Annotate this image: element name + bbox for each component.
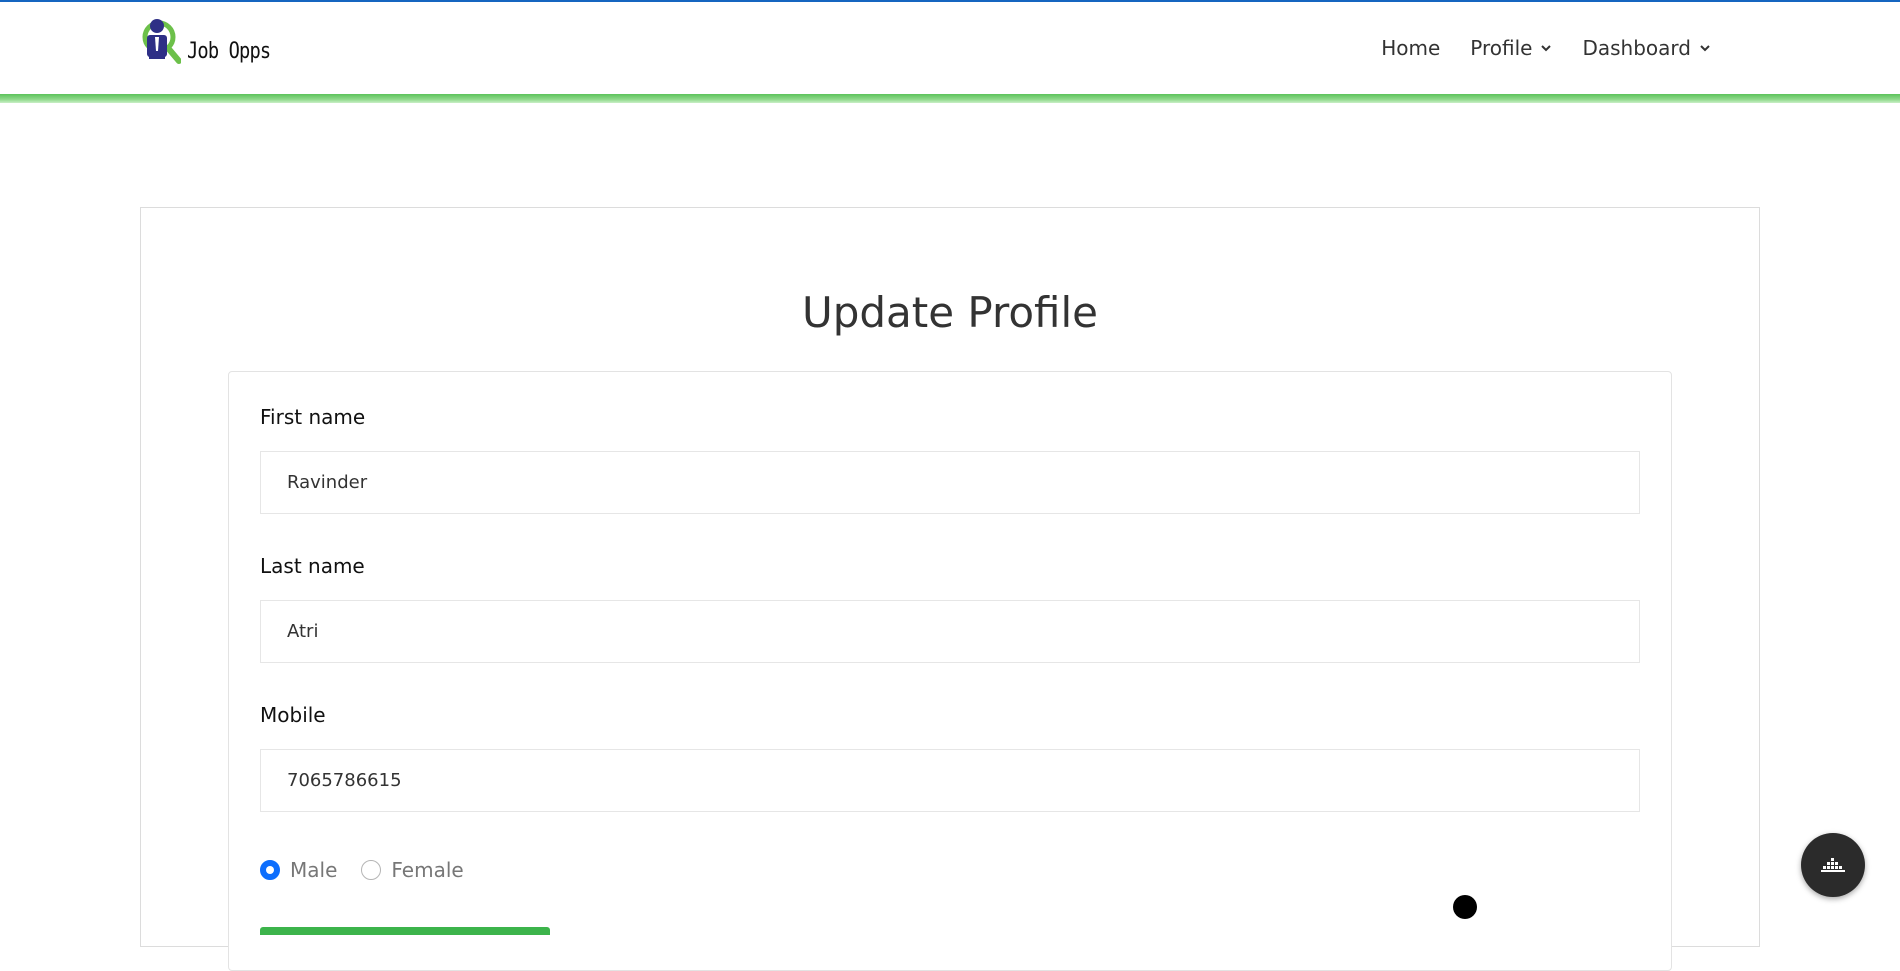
gender-male-radio[interactable] — [260, 860, 280, 880]
gender-male-option[interactable]: Male — [260, 858, 337, 882]
mobile-input[interactable] — [260, 749, 1640, 812]
gender-female-radio[interactable] — [361, 860, 382, 880]
chevron-down-icon — [1700, 45, 1710, 52]
main-nav: Home Profile Dashboard — [1381, 36, 1711, 60]
accessibility-button[interactable] — [1801, 833, 1865, 897]
first-name-label: First name — [260, 405, 366, 429]
gender-female-label: Female — [391, 858, 464, 882]
nav-home-label: Home — [1381, 36, 1441, 60]
brand-name: Job Opps — [187, 38, 271, 64]
nav-profile-dropdown[interactable]: Profile — [1470, 36, 1552, 60]
nav-home[interactable]: Home — [1381, 36, 1440, 60]
job-search-logo-icon — [137, 19, 181, 79]
last-name-input[interactable] — [260, 600, 1640, 663]
header-green-bar — [0, 94, 1900, 103]
gender-male-label: Male — [290, 858, 338, 882]
nav-dashboard-label: Dashboard — [1582, 36, 1691, 60]
gender-female-option[interactable]: Female — [361, 858, 464, 882]
mobile-label: Mobile — [260, 703, 326, 727]
profile-card: Update Profile First name Last name Mobi… — [140, 207, 1760, 971]
page-title: Update Profile — [801, 288, 1099, 337]
site-header: Job Opps Home Profile Dashboard — [0, 2, 1900, 94]
last-name-label: Last name — [260, 554, 365, 578]
update-profile-form: First name Last name Mobile Male Female — [228, 371, 1672, 971]
first-name-input[interactable] — [260, 451, 1640, 514]
accessibility-icon — [1821, 858, 1845, 872]
nav-dashboard-dropdown[interactable]: Dashboard — [1582, 36, 1711, 60]
brand-logo[interactable]: Job Opps — [137, 18, 285, 80]
mouse-cursor — [1453, 895, 1477, 919]
gender-radio-group: Male Female — [260, 858, 464, 882]
nav-profile-label: Profile — [1470, 36, 1533, 60]
submit-button[interactable] — [260, 927, 550, 935]
chevron-down-icon — [1541, 45, 1552, 52]
